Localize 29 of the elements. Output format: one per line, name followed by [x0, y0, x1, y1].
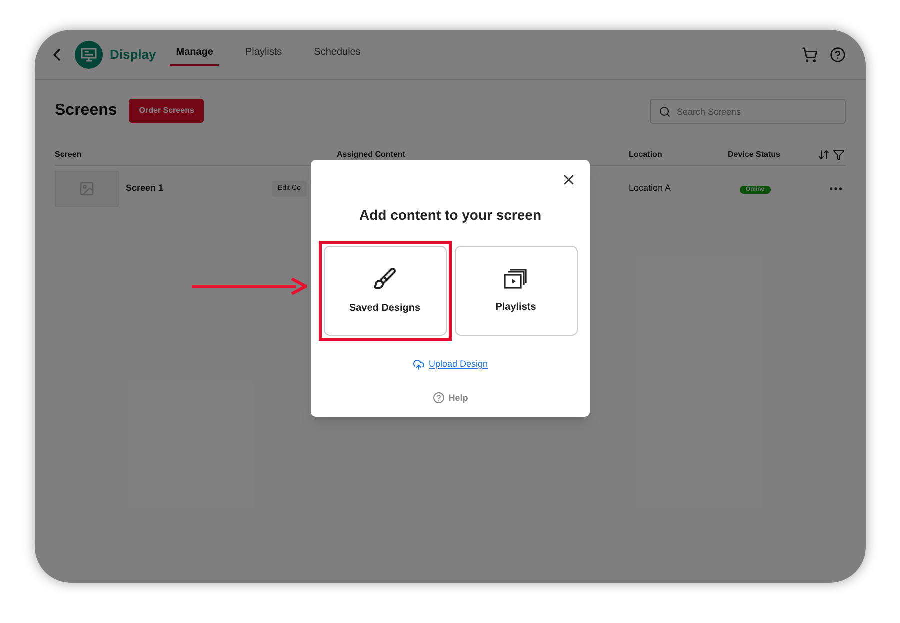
- dialog-title: Add content to your screen: [359, 206, 542, 225]
- nav-tab[interactable]: Manage: [170, 43, 220, 66]
- column-header: Screen: [55, 150, 82, 158]
- help-icon: [432, 392, 445, 404]
- search-icon: [659, 106, 671, 118]
- order-screens-button[interactable]: Order Screens: [129, 99, 204, 123]
- search-field[interactable]: Search Screens: [650, 99, 846, 124]
- app-name: Display: [110, 46, 156, 64]
- page-title: Screens: [55, 101, 118, 121]
- stacked-frames-icon: [504, 268, 528, 290]
- sort-icon[interactable]: [818, 148, 830, 160]
- upload-design-link[interactable]: Upload Design: [428, 358, 488, 372]
- upload-icon: [412, 358, 425, 371]
- filter-icon[interactable]: [833, 148, 845, 160]
- screen-name: Screen 1: [126, 182, 164, 196]
- column-header: Assigned Content: [337, 150, 406, 158]
- brush-icon: [373, 266, 397, 290]
- nav-tab[interactable]: Schedules: [308, 43, 367, 66]
- display-logo-icon: [75, 40, 103, 68]
- location-text: Location A: [629, 183, 672, 194]
- help-icon[interactable]: [830, 46, 846, 62]
- help-link[interactable]: Help: [448, 392, 468, 405]
- nav-tab[interactable]: Playlists: [239, 43, 288, 66]
- column-header: Device Status: [728, 150, 780, 158]
- column-header: Location: [629, 150, 662, 158]
- content-option-card[interactable]: Playlists: [454, 246, 578, 336]
- content-option-card[interactable]: Saved Designs: [324, 246, 446, 336]
- cart-icon[interactable]: [802, 46, 818, 62]
- image-icon: [79, 181, 95, 197]
